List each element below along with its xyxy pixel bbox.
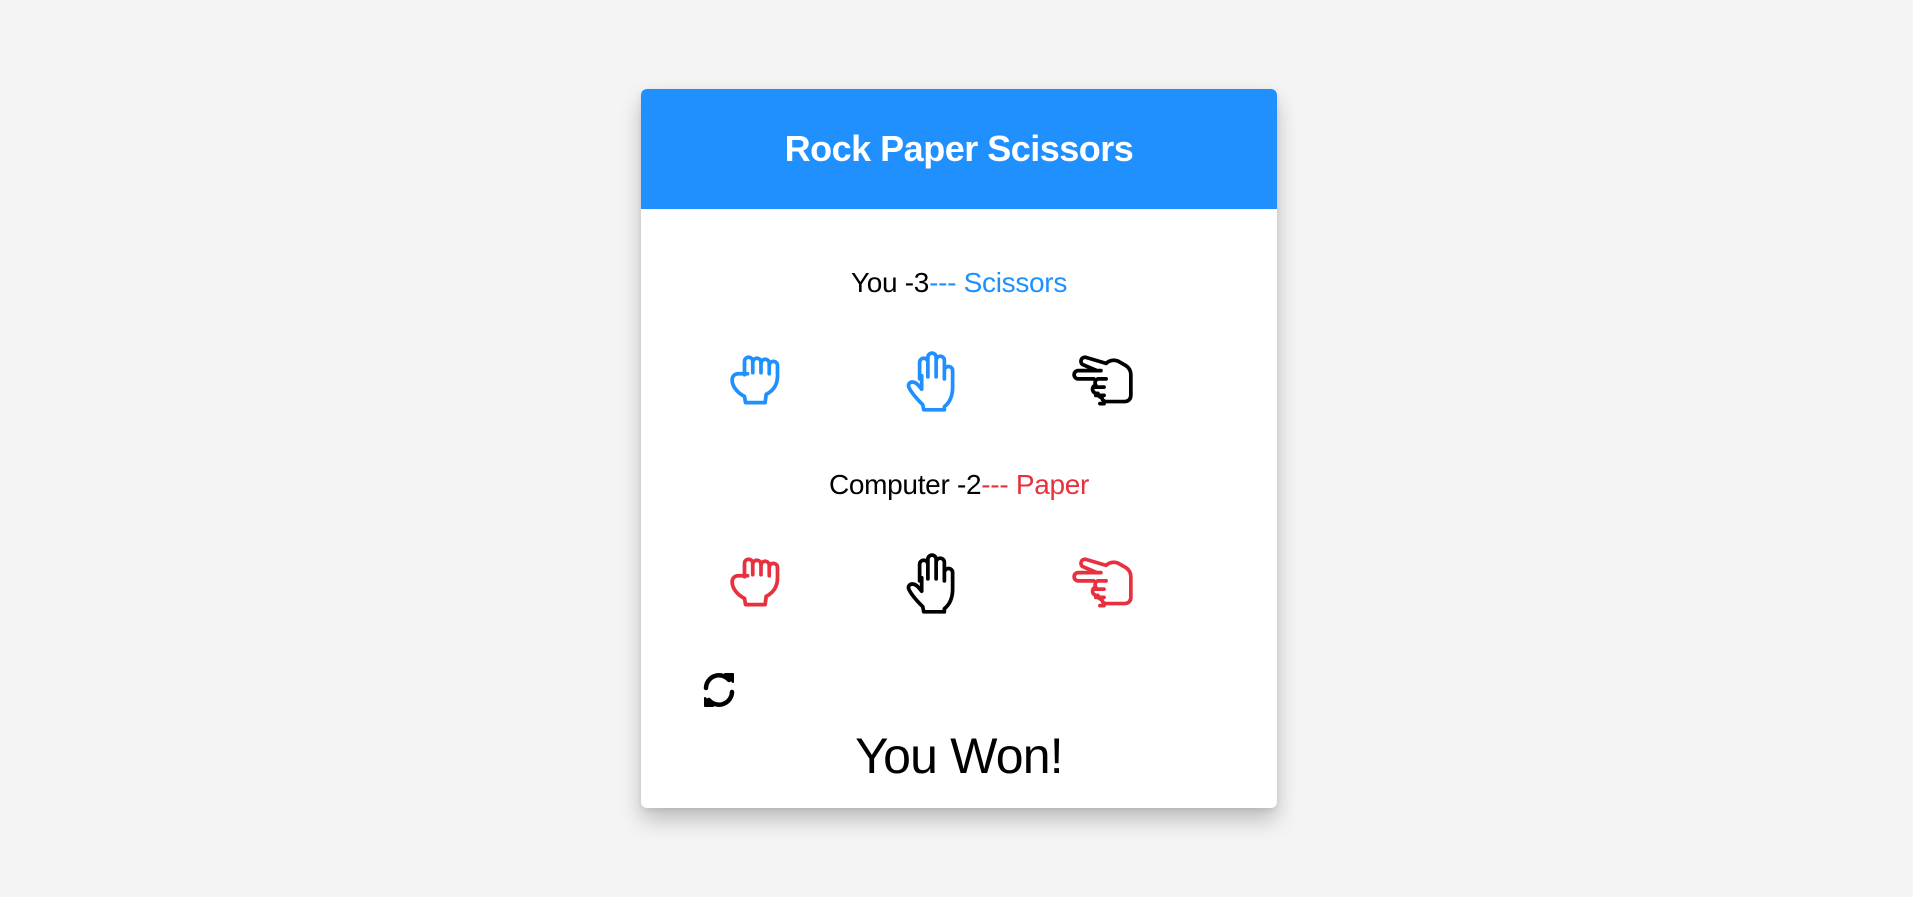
hand-scissors-icon [1070, 552, 1136, 618]
computer-hands-row [641, 552, 1277, 618]
computer-score: 2 [965, 469, 982, 500]
computer-score-line: Computer -2--- Paper [641, 469, 1277, 501]
hand-rock-icon [728, 350, 794, 416]
computer-paper-hand [899, 552, 965, 618]
computer-separator: --- [981, 469, 1016, 500]
player-paper-button[interactable] [899, 350, 965, 416]
game-header: Rock Paper Scissors [641, 89, 1277, 209]
hand-rock-icon [728, 552, 794, 618]
hand-scissors-icon [1070, 350, 1136, 416]
computer-label: Computer - [828, 469, 966, 500]
player-hands-row [641, 350, 1277, 416]
player-score: 3 [913, 267, 930, 298]
player-rock-button[interactable] [728, 350, 794, 416]
reset-button[interactable] [698, 669, 740, 711]
game-title: Rock Paper Scissors [784, 128, 1134, 169]
player-score-line: You -3--- Scissors [641, 267, 1277, 299]
computer-choice: Paper [1015, 469, 1090, 500]
player-scissors-button[interactable] [1070, 350, 1136, 416]
player-choice: Scissors [963, 267, 1068, 298]
result-message: You Won! [855, 728, 1063, 784]
player-label: You - [850, 267, 914, 298]
computer-rock-hand [728, 552, 794, 618]
sync-icon [703, 673, 735, 707]
player-separator: --- [929, 267, 964, 298]
computer-scissors-hand [1070, 552, 1136, 618]
game-card: Rock Paper Scissors You -3--- Scissors C… [641, 89, 1277, 808]
hand-paper-icon [899, 552, 965, 618]
hand-paper-icon [899, 350, 965, 416]
